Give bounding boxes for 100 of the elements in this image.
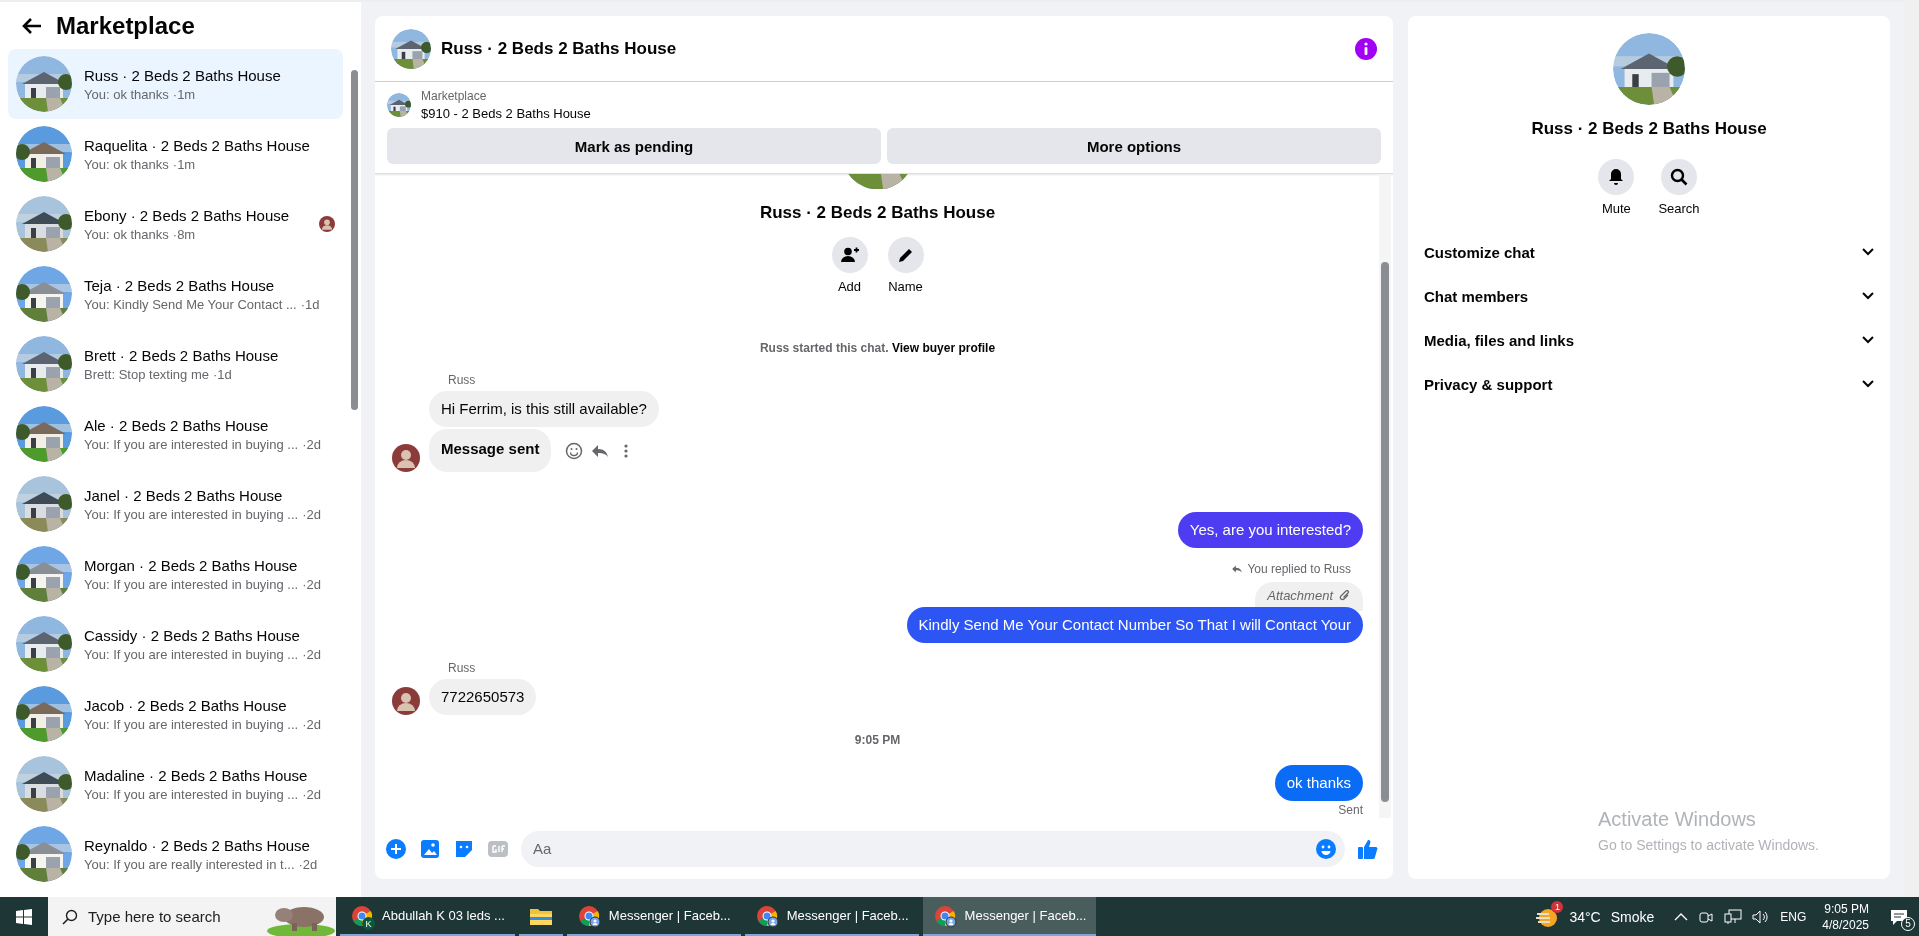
conversation-name: Morgan · 2 Beds 2 Baths House [84,556,299,574]
chevron-up-icon[interactable] [1674,911,1689,922]
message-preview: You: If you are interested in buying ... [84,506,299,522]
weather-badge: 1 [1551,900,1564,913]
volume-icon[interactable] [1752,908,1771,925]
search-icon [62,908,78,925]
action-button[interactable]: Mark as pending [387,128,881,164]
conversation-name: Teja · 2 Beds 2 Baths House [84,276,276,294]
conversation-name: Brett · 2 Beds 2 Baths House [84,346,280,364]
listing-title: $910 - 2 Beds 2 Baths House [421,106,591,121]
chat-title: Russ · 2 Beds 2 Baths House [441,38,678,59]
network-icon[interactable] [1724,908,1743,925]
conversation-name: Madaline · 2 Beds 2 Baths House [84,766,309,784]
chevron-down-icon [1862,336,1874,344]
conversation-name: Cassidy · 2 Beds 2 Baths House [84,626,301,644]
avatar-icon [392,687,420,716]
message-preview: You: ok thanks [84,226,169,242]
message-input[interactable]: Aa [521,830,1345,867]
message-bubble: Hi Ferrim, is this still available? [429,391,659,428]
message-preview: You: ok thanks [84,86,169,102]
message-bubble: Message sent [429,429,552,473]
reply-note: You replied to Russ [1247,562,1351,577]
chevron-down-icon [1862,248,1874,256]
paperclip-icon [1339,589,1351,602]
conversation-item[interactable]: Madaline · 2 Beds 2 Baths House You: If you are interested in buying ... ·2d [8,749,343,819]
chevron-down-icon [1862,292,1874,300]
message-bubble: 7722650573 [429,679,537,716]
temperature: 34°C [1569,908,1601,925]
emoji-icon[interactable] [1315,837,1337,860]
image-icon[interactable] [419,837,441,860]
avatar-icon [392,444,420,473]
add-person-icon [840,247,859,264]
message-time: ·2d [298,856,318,872]
taskbar-app[interactable]: K Abdullah K 03 leds ... [340,897,515,936]
conversation-name: Janel · 2 Beds 2 Baths House [84,486,284,504]
taskbar-search[interactable]: Type here to search [48,897,336,936]
conversation-item[interactable]: Ebony · 2 Beds 2 Baths House You: ok thanks ·8m [8,189,343,259]
message-preview: You: If you are really interested in t... [84,856,295,872]
message-preview: You: If you are interested in buying ... [84,646,299,662]
message-time: ·2d [302,576,321,592]
action-button[interactable]: More options [887,128,1381,164]
message-bubble: ok thanks [1274,765,1363,802]
bell-icon [1608,168,1625,186]
message-preview: You: ok thanks [84,156,169,172]
conversation-item[interactable]: Janel · 2 Beds 2 Baths House You: If you are interested in buying ... ·2d [8,469,343,539]
emoji-icon[interactable] [564,440,585,461]
message-preview: You: If you are interested in buying ... [84,576,299,592]
scrollbar[interactable] [1904,0,1919,897]
message-time: ·2d [302,436,321,452]
message-time: ·1d [213,366,232,382]
pencil-icon [897,247,914,264]
section-header[interactable]: Customize chat [1420,230,1878,274]
taskbar-app[interactable]: Messenger | Faceb... [744,897,919,936]
message-time: ·1d [300,296,320,312]
taskbar-app[interactable]: Messenger | Faceb... [566,897,741,936]
thumbs-up-icon[interactable] [1357,837,1379,860]
section-header[interactable]: Chat members [1420,274,1878,318]
conversation-item[interactable]: Brett · 2 Beds 2 Baths House Brett: Stop texting me ·1d [8,329,343,399]
message-status: Sent [1338,803,1363,818]
profile-name: Russ · 2 Beds 2 Baths House [759,203,996,224]
conversation-item[interactable]: Teja · 2 Beds 2 Baths House You: Kindly Send Me Your Contact ... ·1d [8,259,343,329]
message-preview: You: If you are interested in buying ... [84,436,299,452]
section-header[interactable]: Privacy & support [1420,362,1878,406]
message-bubble: Yes, are you interested? [1177,512,1363,549]
conversation-item[interactable]: Reynaldo · 2 Beds 2 Baths House You: If you are really interested in t... ·2d [8,819,343,889]
message-preview: You: If you are interested in buying ... [84,716,299,732]
taskbar-app[interactable]: Messenger | Faceb... [922,897,1097,936]
language-indicator[interactable]: ENG [1780,909,1807,924]
info-icon[interactable] [1355,37,1377,60]
conversation-name: Ale · 2 Beds 2 Baths House [84,416,270,434]
conversation-item[interactable]: Jacob · 2 Beds 2 Baths House You: If you are interested in buying ... ·2d [8,679,343,749]
message-preview: You: If you are interested in buying ... [84,786,299,802]
clock[interactable]: 9:05 PM 4/8/2025 [1822,900,1869,933]
chat-start-note: Russ started this chat. View buyer profile [759,341,996,356]
message-time: ·2d [302,786,321,802]
conversation-item[interactable]: Ale · 2 Beds 2 Baths House You: If you are interested in buying ... ·2d [8,399,343,469]
sender-name: Russ [448,661,477,676]
buyer-profile-link[interactable]: View buyer profile [891,341,996,356]
message-preview: You: Kindly Send Me Your Contact ... [84,296,297,312]
scrollbar-thumb[interactable] [351,70,358,410]
weather-condition: Smoke [1610,908,1655,925]
back-arrow-icon[interactable] [22,16,42,35]
sender-name: Russ [448,373,477,388]
notification-count: 5 [1901,916,1915,931]
conversation-name: Raquelita · 2 Beds 2 Baths House [84,136,311,154]
plus-icon[interactable] [385,837,407,860]
chevron-down-icon [1862,380,1874,388]
conversation-name: Ebony · 2 Beds 2 Baths House [84,206,291,224]
watermark-title: Activate Windows [1598,808,1757,831]
conversation-item[interactable]: Morgan · 2 Beds 2 Baths House You: If you are interested in buying ... ·2d [8,539,343,609]
conversation-name: Reynaldo · 2 Beds 2 Baths House [84,836,311,854]
scrollbar-thumb[interactable] [1381,262,1389,802]
conversation-item[interactable]: Russ · 2 Beds 2 Baths House You: ok thanks ·1m [8,49,343,119]
conversation-item[interactable]: Raquelita · 2 Beds 2 Baths House You: ok thanks ·1m [8,119,343,189]
windows-icon[interactable] [16,908,32,925]
section-header[interactable]: Media, files and links [1420,318,1878,362]
watermark-subtitle: Go to Settings to activate Windows. [1598,837,1819,853]
conversation-item[interactable]: Cassidy · 2 Beds 2 Baths House You: If you are interested in buying ... ·2d [8,609,343,679]
conversation-name: Jacob · 2 Beds 2 Baths House [84,696,288,714]
profile-badge: K [362,917,375,930]
